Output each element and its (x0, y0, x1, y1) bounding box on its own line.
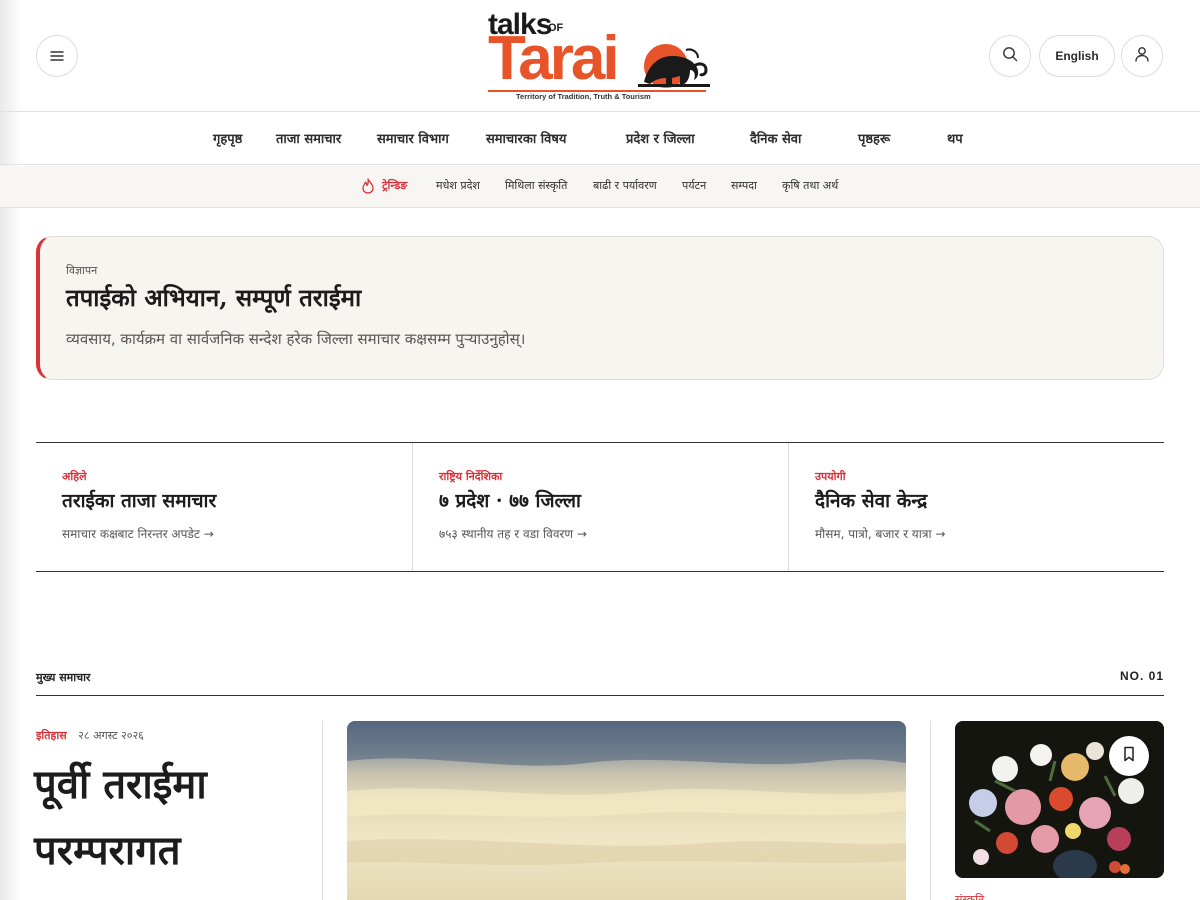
hamburger-icon (50, 47, 64, 66)
nav-item-news-sections[interactable]: समाचार विभाग (377, 129, 449, 147)
nav-item-pages[interactable]: पृष्ठहरू (858, 129, 890, 147)
card-link[interactable]: समाचार कक्षबाट निरन्तर अपडेट → (62, 525, 214, 542)
bookmark-button[interactable] (1109, 736, 1149, 776)
card-kicker: अहिले (62, 470, 87, 483)
column-divider (322, 721, 323, 900)
ad-description: व्यवसाय, कार्यक्रम वा सार्वजनिक सन्देश ह… (66, 330, 526, 348)
lead-image-clouds (347, 721, 906, 865)
trending-label[interactable]: ट्रेन्डिङ (382, 178, 407, 193)
quick-links: अहिले तराईका ताजा समाचार समाचार कक्षबाट … (36, 442, 1164, 572)
primary-navigation: गृहपृष्ठ ताजा समाचार समाचार विभाग समाचार… (0, 113, 1200, 165)
logo-text-tarai: Tarai (488, 24, 620, 93)
user-icon (1134, 46, 1150, 66)
card-national-directory[interactable]: राष्ट्रिय निर्देशिका ७ प्रदेश · ७७ जिल्ल… (412, 443, 788, 571)
column-divider (930, 721, 931, 900)
nav-item-news-topics[interactable]: समाचारका विषय (486, 129, 566, 147)
language-toggle-button[interactable]: English (1039, 35, 1115, 77)
account-button[interactable] (1121, 35, 1163, 77)
site-header: talks OF Tarai Territory of Tradition, T… (0, 0, 1200, 112)
nav-item-province-district[interactable]: प्रदेश र जिल्ला (626, 129, 695, 147)
side-story-category[interactable]: संस्कृति (955, 892, 984, 900)
lead-story-date: २८ अगस्ट २०२६ (78, 729, 144, 742)
trending-item[interactable]: सम्पदा (731, 178, 757, 193)
flame-icon (362, 178, 374, 194)
card-link[interactable]: ७५३ स्थानीय तह र वडा विवरण → (439, 525, 587, 542)
card-title: दैनिक सेवा केन्द्र (815, 490, 928, 512)
elephant-logo-icon (638, 44, 710, 88)
card-kicker: राष्ट्रिय निर्देशिका (439, 470, 503, 483)
card-title: तराईका ताजा समाचार (62, 490, 217, 512)
section-number: NO. 01 (1119, 669, 1164, 683)
search-button[interactable] (989, 35, 1031, 77)
lead-story-meta: इतिहास २८ अगस्ट २०२६ (36, 728, 144, 743)
card-kicker: उपयोगी (815, 470, 846, 483)
bookmark-icon (1123, 746, 1135, 766)
lead-story-category[interactable]: इतिहास (36, 729, 67, 742)
ad-tag: विज्ञापन (66, 264, 98, 277)
search-icon (1002, 46, 1018, 66)
site-logo[interactable]: talks OF Tarai Territory of Tradition, T… (486, 8, 712, 104)
card-link[interactable]: मौसम, पात्रो, बजार र यात्रा → (815, 525, 945, 542)
nav-item-home[interactable]: गृहपृष्ठ (213, 129, 242, 147)
nav-item-daily-services[interactable]: दैनिक सेवा (750, 129, 801, 147)
advertisement-banner[interactable]: विज्ञापन तपाईको अभियान, सम्पूर्ण तराईमा … (36, 236, 1164, 380)
trending-item[interactable]: कृषि तथा अर्थ (782, 178, 838, 193)
ad-title: तपाईको अभियान, सम्पूर्ण तराईमा (66, 283, 362, 312)
main-news-header: मुख्य समाचार NO. 01 (36, 668, 1164, 696)
trending-item[interactable]: बाढी र पर्यावरण (593, 178, 657, 193)
lead-story-image[interactable] (347, 721, 906, 900)
card-title: ७ प्रदेश · ७७ जिल्ला (439, 490, 581, 512)
nav-item-latest-news[interactable]: ताजा समाचार (276, 129, 341, 147)
lead-story-headline[interactable]: पूर्वी तराईमा परम्परागत (34, 752, 314, 884)
trending-item[interactable]: मधेश प्रदेश (436, 178, 480, 193)
trending-item[interactable]: पर्यटन (682, 178, 706, 193)
section-label: मुख्य समाचार (36, 671, 91, 684)
nav-item-more[interactable]: थप (947, 129, 963, 147)
card-latest-news[interactable]: अहिले तराईका ताजा समाचार समाचार कक्षबाट … (36, 443, 412, 571)
trending-bar: ट्रेन्डिङ मधेश प्रदेश मिथिला संस्कृति बा… (0, 166, 1200, 208)
trending-item[interactable]: मिथिला संस्कृति (505, 178, 567, 193)
logo-tagline: Territory of Tradition, Truth & Tourism (516, 92, 651, 101)
menu-button[interactable] (36, 35, 78, 77)
card-daily-services[interactable]: उपयोगी दैनिक सेवा केन्द्र मौसम, पात्रो, … (788, 443, 1164, 571)
